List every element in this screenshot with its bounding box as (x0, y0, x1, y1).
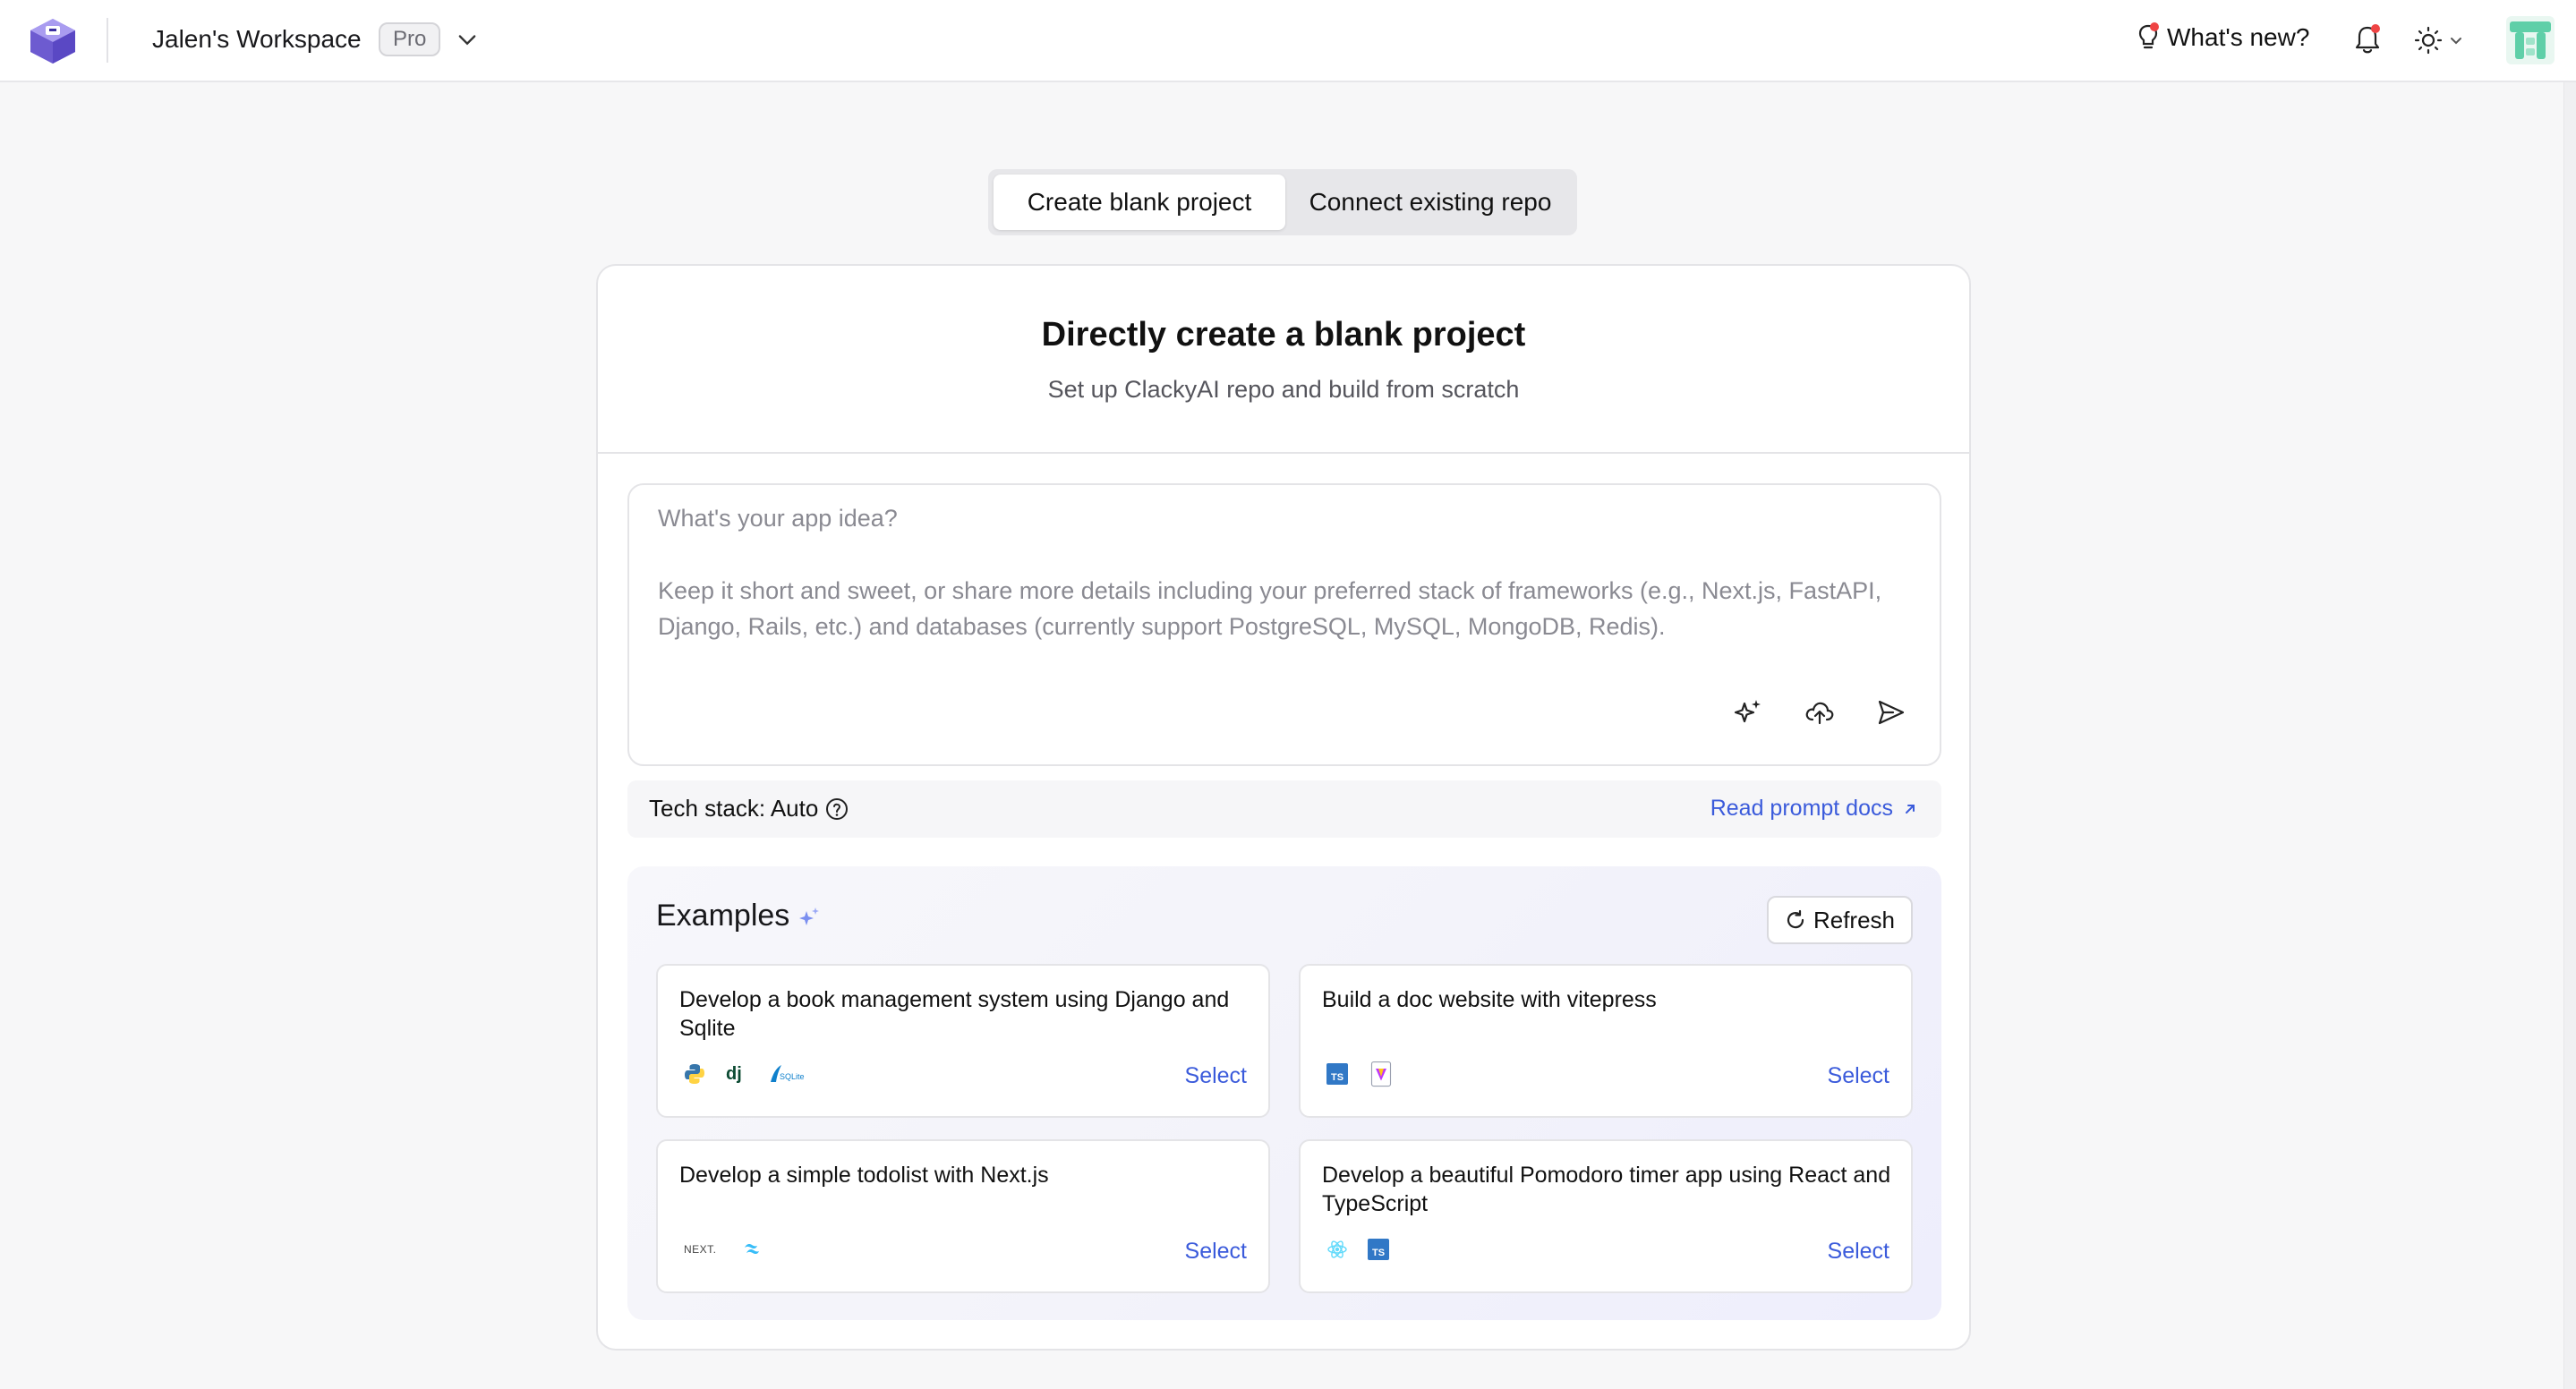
svg-text:SQLite: SQLite (780, 1072, 805, 1081)
chevron-down-icon[interactable] (455, 27, 480, 52)
sparkle-icon (799, 907, 820, 925)
refresh-label: Refresh (1813, 906, 1895, 933)
help-icon[interactable] (825, 797, 849, 821)
workspace-name[interactable]: Jalen's Workspace (152, 25, 362, 54)
sparkle-enhance-icon[interactable] (1732, 696, 1764, 729)
external-link-arrow-icon (1906, 804, 1915, 814)
app-idea-input[interactable]: What's your app idea? Keep it short and … (627, 483, 1941, 766)
vite-icon (1370, 1061, 1392, 1087)
header-divider (107, 18, 108, 63)
select-example-button[interactable]: Select (1828, 1063, 1889, 1089)
python-icon (685, 1064, 704, 1084)
refresh-button[interactable]: Refresh (1766, 896, 1913, 944)
send-icon[interactable] (1875, 696, 1907, 729)
tailwind-icon (745, 1244, 759, 1255)
select-example-button[interactable]: Select (1185, 1063, 1247, 1089)
examples-heading: Examples (656, 899, 822, 933)
example-card[interactable]: Develop a simple todolist with Next.js N… (656, 1139, 1270, 1293)
card-subtitle: Set up ClackyAI repo and build from scra… (1047, 376, 1520, 403)
card-title: Directly create a blank project (1041, 316, 1526, 354)
example-text: Develop a beautiful Pomodoro timer app u… (1322, 1163, 1891, 1216)
refresh-icon (1787, 909, 1804, 929)
typescript-icon: TS (1368, 1239, 1389, 1260)
app-idea-placeholder: What's your app idea? (658, 505, 898, 532)
card-header: Directly create a blank project Set up C… (598, 266, 1969, 454)
example-text: Develop a book management system using D… (679, 987, 1230, 1041)
sqlite-icon: SQLite (771, 1065, 805, 1082)
select-example-button[interactable]: Select (1185, 1239, 1247, 1265)
example-tech-icons: TS (1326, 1236, 1390, 1263)
svg-text:TS: TS (1331, 1072, 1343, 1083)
tab-create-blank-project[interactable]: Create blank project (994, 175, 1285, 230)
svg-text:NEXT.: NEXT. (684, 1243, 717, 1256)
app-idea-details-placeholder: Keep it short and sweet, or share more d… (658, 577, 1882, 640)
svg-text:dj: dj (726, 1064, 742, 1084)
whats-new-button[interactable]: What's new? (2135, 21, 2309, 54)
create-project-card: Directly create a blank project Set up C… (596, 264, 1971, 1351)
bell-icon[interactable] (2350, 21, 2384, 57)
example-card[interactable]: Develop a beautiful Pomodoro timer app u… (1299, 1139, 1913, 1293)
sun-icon (2414, 26, 2443, 55)
read-prompt-docs-label: Read prompt docs (1710, 796, 1893, 821)
chevron-down-icon (2451, 38, 2461, 45)
example-card[interactable]: Develop a book management system using D… (656, 964, 1270, 1118)
example-tech-icons: dj SQLite (683, 1061, 806, 1087)
whats-new-label: What's new? (2167, 23, 2310, 51)
svg-text:TS: TS (1372, 1248, 1385, 1258)
typescript-icon: TS (1326, 1063, 1348, 1085)
theme-toggle[interactable] (2413, 23, 2472, 57)
tech-stack-bar: Tech stack: Auto Read prompt docs (627, 780, 1941, 838)
read-prompt-docs-link[interactable]: Read prompt docs (1710, 796, 1918, 822)
tech-stack-label: Tech stack: Auto (649, 795, 819, 822)
avatar[interactable] (2506, 16, 2555, 64)
tab-connect-existing-repo[interactable]: Connect existing repo (1289, 175, 1572, 230)
example-tech-icons: TS (1326, 1061, 1395, 1087)
upload-icon[interactable] (1804, 696, 1836, 729)
lightbulb-icon (2138, 22, 2159, 49)
page-scrollbar[interactable] (2563, 82, 2576, 1389)
example-text: Develop a simple todolist with Next.js (679, 1163, 1049, 1188)
example-card[interactable]: Build a doc website with vitepress TS Se… (1299, 964, 1913, 1118)
django-icon: dj (726, 1064, 742, 1084)
plan-badge: Pro (379, 22, 441, 56)
react-icon (1327, 1240, 1347, 1258)
top-bar: Jalen's Workspace Pro What's new? (0, 0, 2576, 82)
app-logo-icon[interactable] (27, 16, 79, 66)
example-text: Build a doc website with vitepress (1322, 987, 1657, 1012)
select-example-button[interactable]: Select (1828, 1239, 1889, 1265)
tech-stack-selector[interactable]: Tech stack: Auto (649, 795, 849, 822)
nextjs-icon: NEXT. (684, 1243, 717, 1256)
examples-title: Examples (656, 899, 790, 933)
example-tech-icons: NEXT. (683, 1236, 763, 1263)
examples-panel: Examples Refresh Develop a book manageme… (627, 866, 1941, 1320)
project-mode-tabs: Create blank project Connect existing re… (988, 169, 1577, 235)
prompt-actions (1732, 696, 1907, 729)
